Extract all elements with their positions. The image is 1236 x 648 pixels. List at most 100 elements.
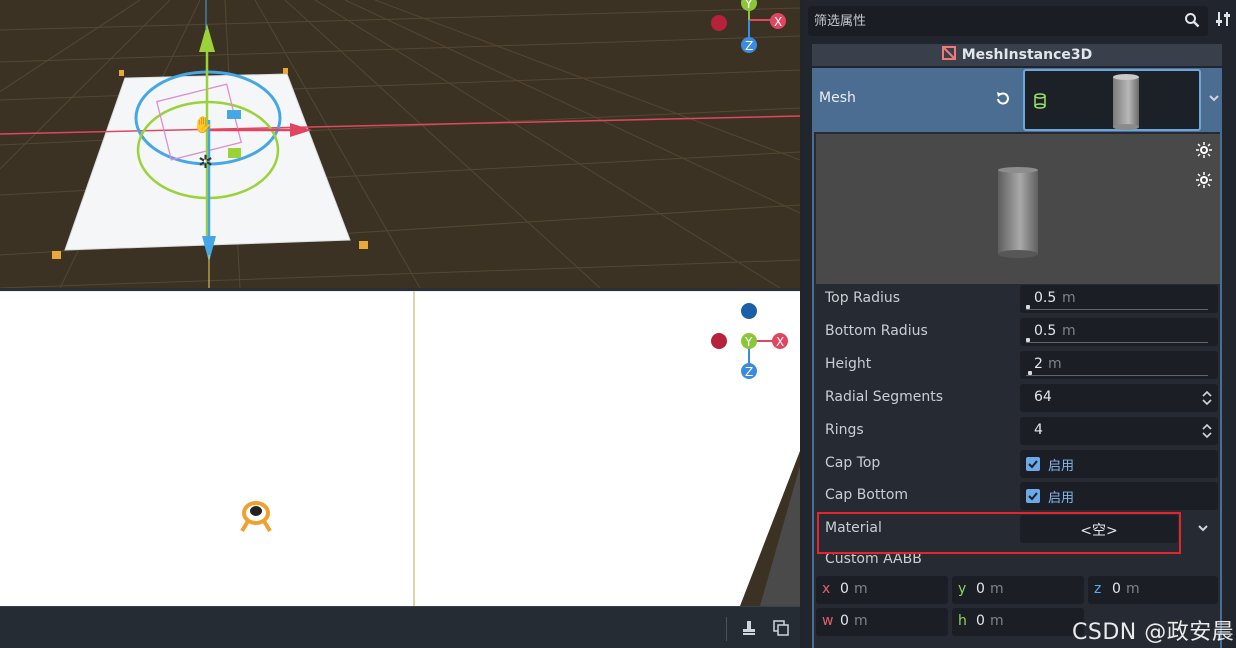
- prop-value: 64: [1034, 389, 1052, 405]
- aabb-value: 0: [840, 613, 849, 629]
- light-toggle-1-icon[interactable]: [1196, 142, 1212, 158]
- chevron-down-icon[interactable]: [1208, 92, 1220, 108]
- slider-track[interactable]: [1026, 371, 1208, 376]
- rings-spinbox[interactable]: 4: [1020, 417, 1218, 445]
- prop-unit: m: [1062, 290, 1076, 306]
- cylinder-preview-model: [994, 166, 1042, 264]
- prop-rings: Rings 4: [816, 416, 1220, 446]
- section-header[interactable]: MeshInstance3D: [812, 44, 1222, 66]
- mesh-label: Mesh: [819, 90, 856, 106]
- slider-knob[interactable]: [1026, 305, 1030, 309]
- filter-properties-input[interactable]: [808, 6, 1178, 36]
- prop-radial-segments: Radial Segments 64: [816, 383, 1220, 413]
- svg-text:✋: ✋: [193, 115, 213, 134]
- slider-knob[interactable]: [1026, 338, 1030, 342]
- revert-icon[interactable]: [994, 90, 1014, 110]
- height-slider-field[interactable]: 2 m: [1020, 351, 1218, 379]
- prop-label: Top Radius: [825, 290, 901, 306]
- aabb-value: 0: [1112, 581, 1121, 597]
- slider-track[interactable]: [1026, 338, 1208, 343]
- aabb-x-field[interactable]: x 0 m: [816, 576, 948, 604]
- prop-height: Height 2 m: [816, 350, 1220, 380]
- viewport-perspective[interactable]: ✋ ✲ X Y Z: [0, 0, 800, 288]
- copy-icon[interactable]: [768, 615, 794, 641]
- checkbox-label: 启用: [1048, 459, 1075, 474]
- aabb-value: 0: [976, 613, 985, 629]
- radial-segments-spinbox[interactable]: 64: [1020, 384, 1218, 412]
- separator: [726, 617, 727, 641]
- aabb-unit: m: [1126, 581, 1140, 597]
- cap-bottom-checkbox-field[interactable]: 启用: [1020, 482, 1218, 510]
- gizmo-x-label: X: [776, 335, 784, 349]
- aabb-z-field[interactable]: z 0 m: [1088, 576, 1218, 604]
- axis-label: h: [958, 613, 967, 629]
- slider-track[interactable]: [1026, 305, 1208, 310]
- prop-label: Cap Top: [825, 455, 881, 471]
- prop-value: 2: [1034, 356, 1043, 372]
- aabb-unit: m: [990, 613, 1004, 629]
- mesh-preview: [816, 134, 1220, 284]
- gizmo-z-label: Z: [745, 365, 753, 379]
- material-highlight-box: [817, 512, 1181, 554]
- mesh-resource-picker[interactable]: [1023, 69, 1201, 131]
- light-toggle-2-icon[interactable]: [1196, 172, 1212, 188]
- cap-bottom-checkbox[interactable]: [1026, 489, 1040, 503]
- orientation-gizmo-bottom[interactable]: X Y Z: [704, 299, 794, 379]
- cap-top-checkbox-field[interactable]: 启用: [1020, 450, 1218, 478]
- gizmo-y-label: Y: [744, 335, 753, 349]
- clean-icon[interactable]: [736, 615, 762, 641]
- axis-label: z: [1094, 581, 1102, 597]
- godot-editor: ✋ ✲ X Y Z X Y Z 筛选属性 MeshInstance3D Mesh…: [0, 0, 1236, 648]
- aabb-w-field[interactable]: w 0 m: [816, 608, 948, 636]
- cylinder-mesh-icon: [1033, 93, 1047, 113]
- filter-settings-icon[interactable]: [1214, 10, 1234, 32]
- prop-bottom-radius: Bottom Radius 0.5 m: [816, 317, 1220, 347]
- prop-label: Radial Segments: [825, 389, 943, 405]
- bottom-panel-bar: [0, 606, 800, 648]
- bottom-radius-slider-field[interactable]: 0.5 m: [1020, 318, 1218, 346]
- viewport-scene: ✋ ✲: [0, 0, 800, 288]
- cap-top-checkbox[interactable]: [1026, 457, 1040, 471]
- spin-updown-icon[interactable]: [1202, 423, 1212, 443]
- prop-value: 0.5: [1034, 323, 1057, 339]
- axis-label: w: [822, 613, 834, 629]
- aabb-h-field[interactable]: h 0 m: [952, 608, 1084, 636]
- orientation-gizmo-top[interactable]: X Y Z: [706, 0, 796, 58]
- gizmo-z-label: Z: [745, 39, 753, 53]
- prop-top-radius: Top Radius 0.5 m: [816, 284, 1220, 314]
- aabb-value: 0: [840, 581, 849, 597]
- aabb-y-field[interactable]: y 0 m: [952, 576, 1084, 604]
- svg-text:✲: ✲: [198, 152, 213, 173]
- prop-label: Rings: [825, 422, 864, 438]
- checkbox-label: 启用: [1048, 491, 1075, 506]
- meshinstance3d-icon: [941, 46, 956, 64]
- mesh-property-row[interactable]: Mesh: [812, 68, 1222, 132]
- mesh-thumbnail: [1111, 73, 1141, 135]
- aabb-unit: m: [854, 613, 868, 629]
- gizmo-y-label: Y: [744, 0, 753, 11]
- prop-label: Bottom Radius: [825, 323, 928, 339]
- gizmo-x-label: X: [774, 15, 782, 29]
- search-icon[interactable]: [1184, 12, 1200, 32]
- prop-label: Cap Bottom: [825, 487, 909, 503]
- prop-value: 0.5: [1034, 290, 1057, 306]
- prop-cap-bottom: Cap Bottom 启用: [816, 481, 1220, 511]
- spin-updown-icon[interactable]: [1202, 390, 1212, 410]
- slider-knob[interactable]: [1028, 371, 1032, 375]
- filter-bar: [808, 6, 1208, 36]
- prop-unit: m: [1048, 356, 1062, 372]
- prop-unit: m: [1062, 323, 1076, 339]
- axis-label: y: [958, 581, 967, 597]
- aabb-unit: m: [854, 581, 868, 597]
- material-chevron-down-icon[interactable]: [1197, 522, 1209, 538]
- axis-label: x: [822, 581, 831, 597]
- prop-label: Height: [825, 356, 872, 372]
- viewport-scene-bottom: [0, 291, 800, 606]
- viewport-orthogonal[interactable]: X Y Z: [0, 291, 800, 606]
- prop-cap-top: Cap Top 启用: [816, 449, 1220, 479]
- prop-value: 4: [1034, 422, 1043, 438]
- top-radius-slider-field[interactable]: 0.5 m: [1020, 285, 1218, 313]
- cylinder-mesh-subresource: Top Radius 0.5 m Bottom Radius 0.5 m Hei…: [812, 132, 1222, 648]
- aabb-unit: m: [990, 581, 1004, 597]
- watermark: CSDN @政安晨: [1072, 620, 1235, 645]
